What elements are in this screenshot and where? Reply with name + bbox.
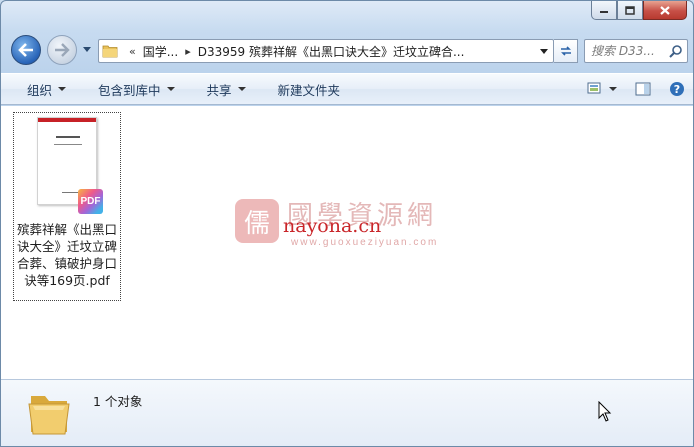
help-button[interactable]: ? <box>669 78 685 100</box>
watermark-seal-icon: 儒 <box>235 199 279 243</box>
chevron-down-icon <box>83 47 91 52</box>
view-icon <box>587 82 601 94</box>
svg-text:?: ? <box>674 83 680 96</box>
pdf-file-icon: PDF <box>78 189 103 214</box>
caption-buttons <box>591 1 687 21</box>
refresh-icon <box>560 46 571 56</box>
new-folder-label: 新建文件夹 <box>277 82 341 98</box>
organize-label: 组织 <box>27 82 53 98</box>
share-label: 共享 <box>206 82 232 98</box>
new-folder-button[interactable]: 新建文件夹 <box>270 74 349 104</box>
folder-icon <box>102 45 118 58</box>
file-item[interactable]: PDF 殡葬祥解《出黑口诀大全》迁坟立碑合葬、镇破护身口诀等169页.pdf <box>13 112 121 301</box>
breadcrumb-overflow[interactable]: « <box>129 45 136 58</box>
breadcrumb: « 国学... ▸ D33959 殡葬祥解《出黑口诀大全》迁坟立碑合... <box>122 43 464 60</box>
search-box[interactable] <box>584 39 688 63</box>
status-item-count: 1 个对象 <box>93 394 143 409</box>
forward-button[interactable] <box>47 35 77 65</box>
mouse-cursor-icon <box>598 401 612 422</box>
watermark: 儒 國學資源網 nayona.cn www.guoxueziyuan.com <box>235 195 465 255</box>
preview-pane-button[interactable] <box>635 78 651 100</box>
organize-menu[interactable]: 组织 <box>19 74 74 104</box>
share-menu[interactable]: 共享 <box>199 74 254 104</box>
preview-pane-icon <box>635 82 651 96</box>
chevron-down-icon <box>540 48 548 54</box>
refresh-button[interactable] <box>554 39 578 63</box>
navigation-bar: « 国学... ▸ D33959 殡葬祥解《出黑口诀大全》迁坟立碑合... <box>1 31 693 71</box>
search-icon[interactable] <box>669 44 683 58</box>
chevron-down-icon <box>166 87 175 91</box>
change-view-button[interactable] <box>587 78 617 100</box>
back-button[interactable] <box>11 35 41 65</box>
chevron-down-icon <box>58 87 67 91</box>
close-button[interactable] <box>643 1 687 20</box>
toolbar-right-group: ? <box>579 74 685 104</box>
breadcrumb-separator-icon[interactable]: ▸ <box>185 45 191 58</box>
address-bar[interactable]: « 国学... ▸ D33959 殡葬祥解《出黑口诀大全》迁坟立碑合... <box>98 39 554 63</box>
search-input[interactable] <box>591 44 671 58</box>
breadcrumb-segment-parent[interactable]: 国学... <box>143 43 178 60</box>
minimize-button[interactable] <box>591 1 617 20</box>
address-history-dropdown[interactable] <box>535 40 553 62</box>
include-in-library-label: 包含到库中 <box>98 82 161 98</box>
file-name-label[interactable]: 殡葬祥解《出黑口诀大全》迁坟立碑合葬、镇破护身口诀等169页.pdf <box>14 221 120 289</box>
include-in-library-menu[interactable]: 包含到库中 <box>90 74 183 104</box>
chevron-down-icon <box>237 87 246 91</box>
help-icon: ? <box>670 82 684 96</box>
details-pane: 1 个对象 <box>1 379 693 446</box>
chevron-down-icon[interactable] <box>609 87 617 91</box>
command-toolbar: 组织 包含到库中 共享 新建文件夹 ? <box>1 73 693 105</box>
file-list-view[interactable]: PDF 殡葬祥解《出黑口诀大全》迁坟立碑合葬、镇破护身口诀等169页.pdf 儒… <box>1 106 693 379</box>
maximize-button[interactable] <box>617 1 643 20</box>
recent-pages-dropdown[interactable] <box>81 43 93 57</box>
watermark-domain: nayona.cn <box>283 215 382 237</box>
forward-arrow-icon <box>55 43 70 57</box>
explorer-window: « 国学... ▸ D33959 殡葬祥解《出黑口诀大全》迁坟立碑合... 搜索… <box>0 0 694 447</box>
breadcrumb-segment-current[interactable]: D33959 殡葬祥解《出黑口诀大全》迁坟立碑合... <box>198 43 465 60</box>
folder-icon <box>28 396 70 435</box>
back-arrow-icon <box>18 43 33 57</box>
watermark-url: www.guoxueziyuan.com <box>291 237 439 248</box>
